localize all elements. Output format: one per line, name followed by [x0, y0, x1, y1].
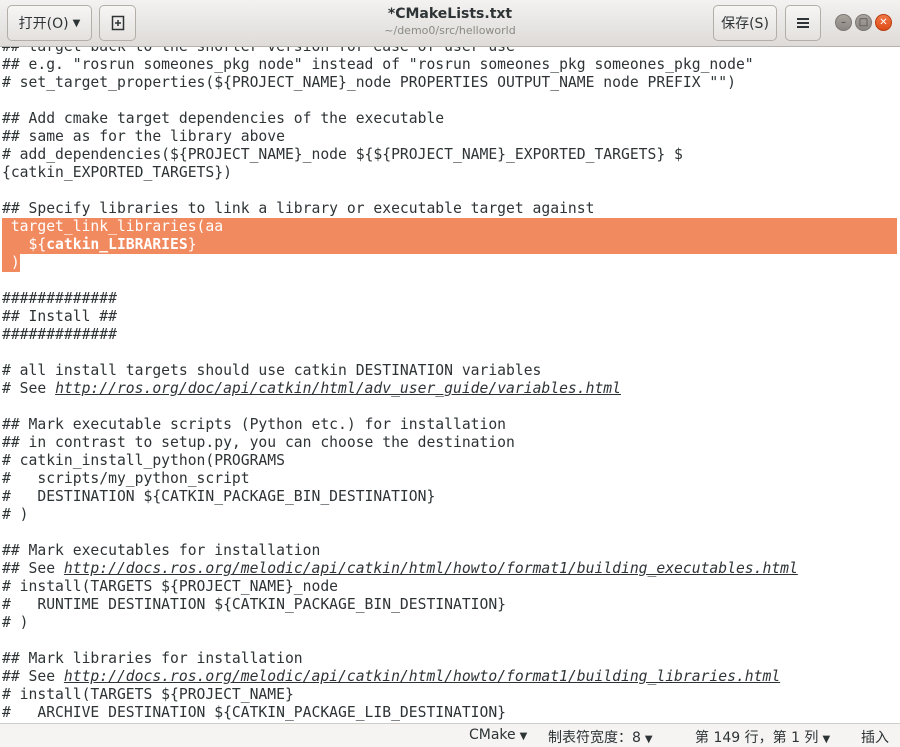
- code-text: # install(TARGETS ${PROJECT_NAME}_node: [2, 578, 339, 595]
- code-text: # ): [2, 614, 29, 631]
- code-line: target_link_libraries(aa: [2, 218, 223, 236]
- status-bar: CMake ▼ 制表符宽度：8 ▼ 第 149 行，第 1 列 ▼ 插入: [0, 723, 900, 747]
- code-line: ## Specify libraries to link a library o…: [2, 200, 594, 218]
- code-text: # add_dependencies(${PROJECT_NAME}_node …: [2, 146, 683, 163]
- code-text: #############: [2, 326, 117, 343]
- tab-width-label: 制表符宽度：8: [548, 730, 641, 746]
- hamburger-menu-icon: [797, 18, 809, 28]
- code-line: #############: [2, 326, 117, 344]
- new-document-icon: [111, 15, 124, 31]
- code-text: # set_target_properties(${PROJECT_NAME}_…: [2, 74, 736, 91]
- header-bar: 打开(O) ▼ *CMakeLists.txt ~/demo0/src/hell…: [0, 0, 900, 47]
- chevron-down-icon: ▼: [72, 17, 81, 29]
- code-text: ## See: [2, 668, 64, 685]
- code-text: # ): [2, 506, 29, 523]
- new-document-button[interactable]: [99, 5, 136, 41]
- file-path: ~/demo0/src/helloworld: [384, 24, 516, 37]
- menu-button[interactable]: [785, 5, 821, 41]
- code-line: # ARCHIVE DESTINATION ${CATKIN_PACKAGE_L…: [2, 704, 506, 722]
- code-line: # add_dependencies(${PROJECT_NAME}_node …: [2, 146, 683, 164]
- code-line: # See http://ros.org/doc/api/catkin/html…: [2, 380, 621, 398]
- chevron-down-icon: ▼: [519, 731, 528, 742]
- code-text: # ARCHIVE DESTINATION ${CATKIN_PACKAGE_L…: [2, 704, 507, 721]
- insert-mode-indicator: 插入: [861, 727, 889, 747]
- code-line: # RUNTIME DESTINATION ${CATKIN_PACKAGE_B…: [2, 596, 506, 614]
- code-text: ## e.g. "rosrun someones_pkg node" inste…: [2, 56, 754, 73]
- close-icon: ✕: [879, 17, 888, 28]
- code-line: #############: [2, 290, 117, 308]
- code-text: ## target back to the shorter version fo…: [2, 47, 515, 55]
- language-label: CMake: [469, 727, 516, 743]
- code-text: ${: [2, 236, 47, 253]
- code-line: ## Mark libraries for installation: [2, 650, 303, 668]
- maximize-icon: □: [858, 17, 869, 28]
- cursor-position-selector[interactable]: 第 149 行，第 1 列 ▼: [695, 727, 830, 747]
- code-line: ${catkin_LIBRARIES}: [2, 236, 197, 254]
- code-link[interactable]: http://ros.org/doc/api/catkin/html/adv_u…: [55, 380, 621, 397]
- code-text: }: [187, 236, 197, 253]
- code-text: ## same as for the library above: [2, 128, 285, 145]
- code-text: ## Mark libraries for installation: [2, 650, 303, 667]
- cursor-position-label: 第 149 行，第 1 列: [695, 730, 819, 746]
- code-line: ## See http://docs.ros.org/melodic/api/c…: [2, 668, 780, 686]
- window-title: *CMakeLists.txt: [387, 6, 513, 22]
- code-text: # DESTINATION ${CATKIN_PACKAGE_BIN_DESTI…: [2, 488, 436, 505]
- code-line: ## Mark executables for installation: [2, 542, 320, 560]
- code-text: # catkin_install_python(PROGRAMS: [2, 452, 285, 469]
- close-button[interactable]: ✕: [875, 14, 892, 31]
- code-text: # install(TARGETS ${PROJECT_NAME}: [2, 686, 294, 703]
- code-line: # all install targets should use catkin …: [2, 362, 541, 380]
- code-link[interactable]: http://docs.ros.org/melodic/api/catkin/h…: [64, 668, 780, 685]
- open-button[interactable]: 打开(O) ▼: [7, 5, 92, 41]
- code-link[interactable]: http://docs.ros.org/melodic/api/catkin/h…: [64, 560, 798, 577]
- code-text: ## Mark executables for installation: [2, 542, 321, 559]
- chevron-down-icon: ▼: [822, 734, 831, 745]
- language-selector[interactable]: CMake ▼: [469, 727, 527, 743]
- open-label: 打开(O): [18, 16, 69, 32]
- code-variable: catkin_LIBRARIES: [46, 236, 188, 253]
- code-text: {catkin_EXPORTED_TARGETS}): [2, 164, 232, 181]
- text-editor[interactable]: ## target back to the shorter version fo…: [0, 47, 900, 723]
- code-text: ): [2, 254, 20, 271]
- code-line: # scripts/my_python_script: [2, 470, 250, 488]
- code-line: # catkin_install_python(PROGRAMS: [2, 452, 285, 470]
- code-line: ## Install ##: [2, 308, 117, 326]
- code-text: #############: [2, 290, 117, 307]
- code-line: ## in contrast to setup.py, you can choo…: [2, 434, 515, 452]
- code-text: ## See: [2, 560, 64, 577]
- code-line: # ): [2, 506, 29, 524]
- code-line: ## Mark executable scripts (Python etc.)…: [2, 416, 506, 434]
- code-text: # See: [2, 380, 56, 397]
- code-text: target_link_libraries(aa: [2, 218, 224, 235]
- minimize-button[interactable]: –: [835, 14, 852, 31]
- code-text: ## in contrast to setup.py, you can choo…: [2, 434, 515, 451]
- code-line: ## See http://docs.ros.org/melodic/api/c…: [2, 560, 798, 578]
- code-text: ## Mark executable scripts (Python etc.)…: [2, 416, 507, 433]
- code-line: # DESTINATION ${CATKIN_PACKAGE_BIN_DESTI…: [2, 488, 435, 506]
- code-text: # RUNTIME DESTINATION ${CATKIN_PACKAGE_B…: [2, 596, 507, 613]
- insert-mode-label: 插入: [861, 730, 889, 746]
- code-text: ## Add cmake target dependencies of the …: [2, 110, 445, 127]
- code-line: # install(TARGETS ${PROJECT_NAME}_node: [2, 578, 338, 596]
- code-line: # install(TARGETS ${PROJECT_NAME}: [2, 686, 294, 704]
- code-line: ## same as for the library above: [2, 128, 285, 146]
- code-line: ## target back to the shorter version fo…: [2, 47, 515, 56]
- maximize-button[interactable]: □: [855, 14, 872, 31]
- code-line: ## e.g. "rosrun someones_pkg node" inste…: [2, 56, 754, 74]
- code-text: # scripts/my_python_script: [2, 470, 250, 487]
- minimize-icon: –: [841, 17, 846, 28]
- code-line: {catkin_EXPORTED_TARGETS}): [2, 164, 232, 182]
- code-line: # set_target_properties(${PROJECT_NAME}_…: [2, 74, 736, 92]
- code-text: ## Install ##: [2, 308, 117, 325]
- code-line: ): [2, 254, 20, 272]
- code-line: ## Add cmake target dependencies of the …: [2, 110, 444, 128]
- save-label: 保存(S): [721, 16, 769, 32]
- code-text: ## Specify libraries to link a library o…: [2, 200, 595, 217]
- tab-width-selector[interactable]: 制表符宽度：8 ▼: [548, 727, 653, 747]
- save-button[interactable]: 保存(S): [713, 5, 777, 41]
- code-line: # ): [2, 614, 29, 632]
- chevron-down-icon: ▼: [644, 734, 653, 745]
- code-text: # all install targets should use catkin …: [2, 362, 542, 379]
